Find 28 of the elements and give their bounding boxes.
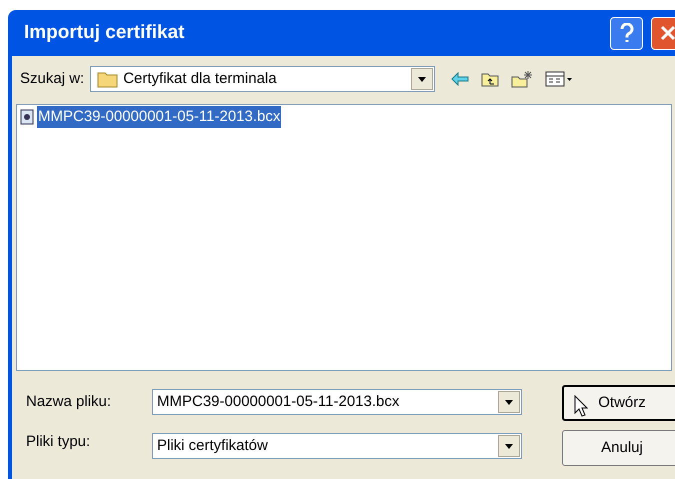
file-name-field[interactable]: MMPC39-00000001-05-11-2013.bcx [152, 389, 522, 415]
dropdown-button[interactable] [498, 435, 520, 457]
file-name: MMPC39-00000001-05-11-2013.bcx [37, 106, 282, 128]
help-icon [620, 23, 634, 43]
file-name-label: Nazwa pliku: [26, 392, 112, 412]
help-button[interactable] [610, 16, 643, 50]
file-item[interactable]: MMPC39-00000001-05-11-2013.bcx [19, 107, 669, 127]
window-title: Importuj certifikat [24, 20, 186, 45]
caret-icon [418, 76, 426, 82]
file-type-label: Pliki typu: [26, 432, 92, 452]
dropdown-button[interactable] [411, 68, 434, 90]
up-folder-icon[interactable] [481, 71, 500, 87]
look-in-label: Szukaj w: [19, 68, 84, 89]
file-icon [19, 109, 35, 125]
file-type-dropdown[interactable]: Pliki certyfikatów [152, 433, 522, 459]
dropdown-button[interactable] [498, 391, 520, 413]
caret-icon [505, 444, 513, 448]
close-button[interactable] [651, 16, 675, 50]
back-arrow-icon[interactable] [451, 72, 470, 86]
view-menu-icon[interactable] [545, 71, 574, 87]
caret-icon [505, 400, 513, 404]
mouse-cursor-icon [574, 395, 588, 417]
folder-icon [97, 70, 120, 88]
open-button[interactable]: Otwórz [562, 385, 675, 421]
look-in-dropdown[interactable]: Certyfikat dla terminala [90, 66, 436, 92]
close-icon [660, 25, 675, 41]
new-folder-icon[interactable] [511, 70, 534, 88]
cancel-button[interactable]: Anuluj [562, 430, 675, 466]
